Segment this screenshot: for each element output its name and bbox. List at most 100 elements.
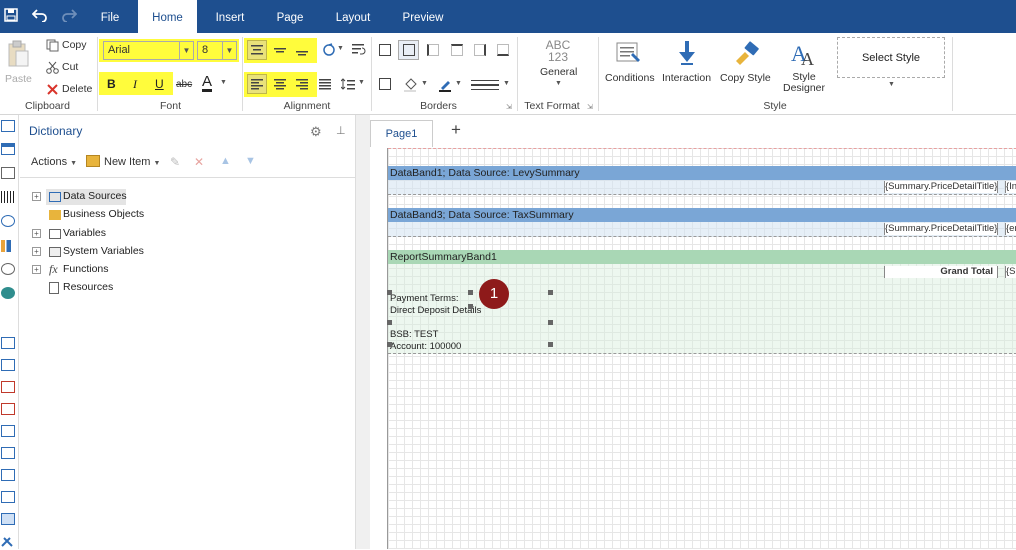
- style-designer-button[interactable]: Style Designer: [783, 72, 825, 94]
- word-wrap-icon[interactable]: [350, 41, 368, 59]
- tab-page1[interactable]: Page1: [370, 120, 433, 147]
- resize-handle[interactable]: [548, 342, 553, 347]
- tree-item-variables[interactable]: Variables: [63, 227, 106, 239]
- map-icon[interactable]: [1, 287, 15, 299]
- image-icon[interactable]: [1, 403, 15, 415]
- text-format-general[interactable]: General: [540, 66, 577, 78]
- tab-insert[interactable]: Insert: [203, 0, 257, 33]
- shape-icon[interactable]: [1, 215, 15, 227]
- tree-item-resources[interactable]: Resources: [63, 281, 113, 293]
- table-icon[interactable]: [1, 491, 15, 503]
- picture-icon[interactable]: [1, 513, 15, 525]
- container-icon[interactable]: [1, 447, 15, 459]
- font-color-button[interactable]: A: [202, 74, 213, 92]
- resize-handle[interactable]: [387, 342, 392, 347]
- band-header-databand1[interactable]: DataBand1; Data Source: LevySummary: [388, 166, 1016, 180]
- tree-item-data-sources[interactable]: Data Sources: [63, 190, 127, 202]
- delete-button[interactable]: Delete: [62, 83, 92, 95]
- resize-handle[interactable]: [387, 320, 392, 325]
- payment-text-block[interactable]: Payment Terms: Direct Deposit Details BS…: [390, 293, 550, 352]
- chevron-down-icon[interactable]: ▼: [421, 80, 428, 87]
- border-style-icon[interactable]: [470, 77, 500, 93]
- align-left-icon[interactable]: [247, 74, 267, 94]
- databand-icon[interactable]: [1, 143, 15, 155]
- save-icon[interactable]: [4, 8, 18, 26]
- actions-menu[interactable]: Actions ▼: [31, 156, 77, 168]
- chevron-down-icon[interactable]: ▼: [220, 79, 227, 86]
- expand-group-icon[interactable]: ⇲: [506, 103, 512, 111]
- resize-handle[interactable]: [387, 290, 392, 295]
- chevron-down-icon[interactable]: ▼: [888, 81, 895, 88]
- copy-style-button[interactable]: Copy Style: [720, 72, 771, 84]
- border-left-icon[interactable]: [427, 44, 439, 56]
- text-icon[interactable]: [1, 337, 15, 349]
- border-color-icon[interactable]: [436, 76, 454, 94]
- add-page-button[interactable]: +: [451, 120, 461, 140]
- resize-handle[interactable]: [468, 290, 473, 295]
- pin-icon[interactable]: ⊥: [336, 124, 346, 137]
- align-top-icon[interactable]: [247, 40, 267, 60]
- font-family-select[interactable]: Arial ▼: [103, 41, 194, 60]
- font-size-select[interactable]: 8 ▼: [197, 41, 237, 60]
- copy-button[interactable]: Copy: [62, 39, 87, 51]
- band-header-report-summary[interactable]: ReportSummaryBand1: [388, 250, 1016, 264]
- tab-page[interactable]: Page: [266, 0, 314, 33]
- border-bottom-icon[interactable]: [497, 44, 509, 56]
- new-item-menu[interactable]: New Item ▼: [104, 156, 160, 168]
- gear-icon[interactable]: ⚙: [310, 124, 322, 140]
- justify-icon[interactable]: [316, 74, 334, 94]
- border-right-icon[interactable]: [474, 44, 486, 56]
- conditions-button[interactable]: Conditions: [605, 72, 655, 84]
- subreport-icon[interactable]: [1, 469, 15, 481]
- band-icon[interactable]: [1, 120, 15, 132]
- tab-layout[interactable]: Layout: [328, 0, 378, 33]
- align-center-icon[interactable]: [271, 74, 289, 94]
- chevron-down-icon[interactable]: ▼: [503, 80, 510, 87]
- border-none-icon[interactable]: [398, 40, 419, 60]
- tree-item-functions[interactable]: Functions: [63, 263, 109, 275]
- underline-button[interactable]: U: [155, 77, 164, 91]
- undo-icon[interactable]: [31, 8, 48, 26]
- chevron-down-icon[interactable]: ▼: [337, 45, 344, 52]
- resize-handle[interactable]: [548, 320, 553, 325]
- expand-icon[interactable]: +: [32, 192, 41, 201]
- field-truncated[interactable]: {Inc: [1005, 181, 1016, 193]
- move-up-icon[interactable]: ▲: [220, 155, 231, 167]
- chevron-down-icon[interactable]: ▼: [555, 80, 562, 87]
- text-format-preview[interactable]: ABC 123: [540, 39, 576, 63]
- redo-icon[interactable]: [61, 8, 78, 26]
- resize-handle[interactable]: [468, 304, 473, 309]
- text-in-cells-icon[interactable]: [1, 359, 15, 371]
- paste-icon[interactable]: [5, 39, 31, 69]
- delete-item-icon[interactable]: ✕: [194, 155, 204, 169]
- field-price-detail-title[interactable]: {Summary.PriceDetailTitle}: [884, 223, 998, 235]
- resize-handle[interactable]: [548, 290, 553, 295]
- expand-icon[interactable]: +: [32, 229, 41, 238]
- align-right-icon[interactable]: [293, 74, 311, 94]
- align-bottom-icon[interactable]: [293, 40, 311, 60]
- rich-text-icon[interactable]: [1, 381, 15, 393]
- chart-icon[interactable]: [1, 240, 15, 252]
- tree-item-system-variables[interactable]: System Variables: [63, 245, 144, 257]
- design-surface[interactable]: DataBand1; Data Source: LevySummary {Sum…: [387, 148, 1016, 549]
- expand-icon[interactable]: +: [32, 265, 41, 274]
- border-top-icon[interactable]: [451, 44, 463, 56]
- field-truncated[interactable]: {Sic: [1005, 266, 1016, 278]
- expand-group-icon[interactable]: ⇲: [587, 103, 593, 111]
- chevron-down-icon[interactable]: ▼: [358, 79, 365, 86]
- tab-preview[interactable]: Preview: [393, 0, 453, 33]
- band-header-databand3[interactable]: DataBand3; Data Source: TaxSummary: [388, 208, 1016, 222]
- tools-icon[interactable]: [1, 535, 15, 547]
- barcode-icon[interactable]: [1, 191, 15, 203]
- panel-icon[interactable]: [1, 425, 15, 437]
- panel-splitter[interactable]: [356, 115, 370, 549]
- field-truncated[interactable]: {en: [1005, 223, 1016, 235]
- chevron-down-icon[interactable]: ▼: [455, 80, 462, 87]
- field-price-detail-title[interactable]: {Summary.PriceDetailTitle}: [884, 181, 998, 193]
- bold-button[interactable]: B: [107, 77, 116, 91]
- interaction-button[interactable]: Interaction: [662, 72, 711, 84]
- expand-icon[interactable]: +: [32, 247, 41, 256]
- cut-button[interactable]: Cut: [62, 61, 78, 73]
- italic-button[interactable]: I: [133, 77, 137, 92]
- paste-button[interactable]: Paste: [5, 73, 32, 85]
